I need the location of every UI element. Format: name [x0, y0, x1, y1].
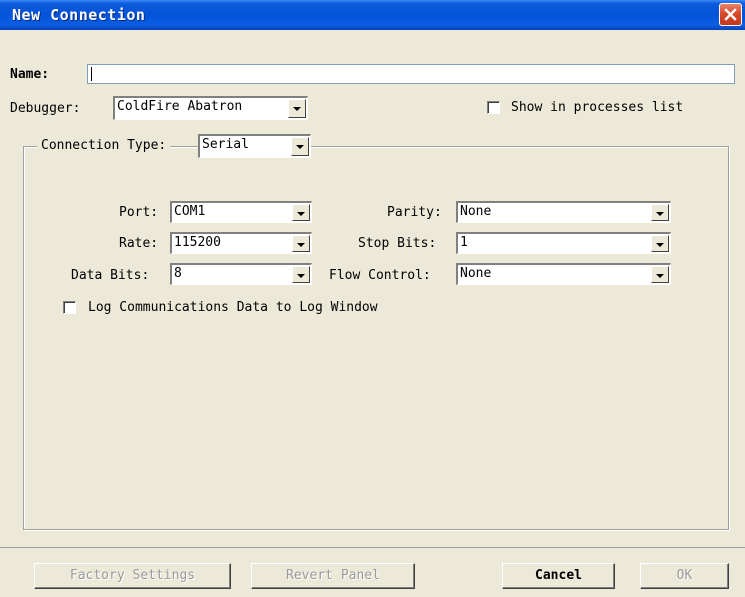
- chevron-down-icon[interactable]: [288, 99, 306, 118]
- bottom-divider: [0, 547, 745, 548]
- window-title: New Connection: [12, 6, 146, 24]
- show-in-processes-checkbox[interactable]: [487, 101, 500, 114]
- connection-type-value: Serial: [202, 137, 249, 152]
- flow-control-select[interactable]: None: [456, 263, 671, 285]
- chevron-down-icon[interactable]: [651, 266, 669, 283]
- log-comm-checkbox[interactable]: [63, 301, 76, 314]
- data-bits-label: Data Bits:: [71, 268, 150, 283]
- stop-bits-value: 1: [460, 235, 468, 250]
- ok-button[interactable]: OK: [640, 563, 729, 589]
- cancel-button[interactable]: Cancel: [502, 563, 615, 589]
- show-in-processes-label: Show in processes list: [511, 100, 684, 115]
- parity-value: None: [460, 204, 492, 219]
- text-caret: [91, 67, 92, 81]
- log-comm-label: Log Communications Data to Log Window: [88, 300, 378, 315]
- close-icon: [724, 8, 737, 21]
- debugger-label: Debugger:: [10, 101, 81, 116]
- chevron-down-icon[interactable]: [291, 137, 309, 156]
- flow-control-label: Flow Control:: [329, 268, 431, 283]
- parity-label: Parity:: [387, 205, 442, 220]
- debugger-value: ColdFire Abatron: [117, 99, 243, 114]
- rate-value: 115200: [174, 235, 221, 250]
- title-bar[interactable]: New Connection: [0, 0, 745, 30]
- name-label: Name:: [10, 67, 50, 82]
- name-input[interactable]: [87, 64, 735, 84]
- close-button[interactable]: [719, 3, 742, 26]
- port-value: COM1: [174, 204, 206, 219]
- revert-panel-button[interactable]: Revert Panel: [251, 563, 415, 589]
- port-select[interactable]: COM1: [170, 201, 312, 223]
- stop-bits-select[interactable]: 1: [456, 232, 671, 254]
- stop-bits-label: Stop Bits:: [358, 236, 437, 251]
- chevron-down-icon[interactable]: [292, 266, 310, 283]
- connection-type-label: Connection Type:: [41, 138, 167, 153]
- data-bits-value: 8: [174, 266, 182, 281]
- connection-type-legend: Connection Type:: [37, 134, 171, 158]
- chevron-down-icon[interactable]: [651, 204, 669, 221]
- debugger-select[interactable]: ColdFire Abatron: [113, 96, 308, 120]
- parity-select[interactable]: None: [456, 201, 671, 223]
- factory-settings-button[interactable]: Factory Settings: [34, 563, 231, 589]
- rate-select[interactable]: 115200: [170, 232, 312, 254]
- chevron-down-icon[interactable]: [292, 204, 310, 221]
- flow-control-value: None: [460, 266, 492, 281]
- new-connection-dialog: New Connection Name: Debugger: ColdFire …: [0, 0, 745, 597]
- port-label: Port:: [119, 205, 159, 220]
- chevron-down-icon[interactable]: [651, 235, 669, 252]
- chevron-down-icon[interactable]: [292, 235, 310, 252]
- connection-type-select[interactable]: Serial: [198, 134, 311, 158]
- rate-label: Rate:: [119, 236, 159, 251]
- data-bits-select[interactable]: 8: [170, 263, 312, 285]
